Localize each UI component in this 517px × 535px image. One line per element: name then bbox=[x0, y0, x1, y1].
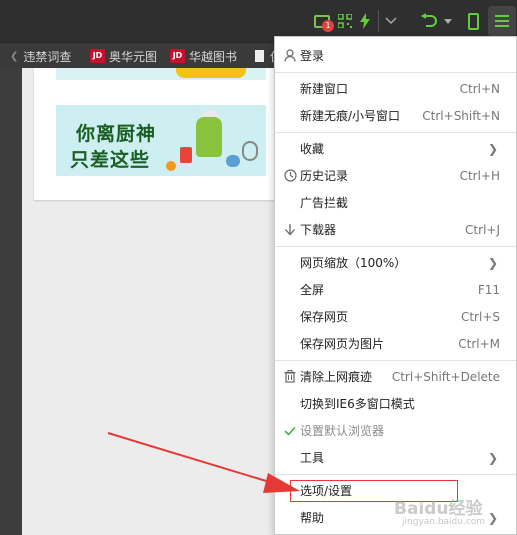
page-left-gutter bbox=[0, 68, 22, 535]
window-icon[interactable]: 1 bbox=[311, 10, 334, 32]
jd-logo-icon: JD bbox=[90, 49, 105, 63]
qr-code-icon[interactable] bbox=[337, 10, 353, 32]
product-banner[interactable]: 你离厨神 只差这些 bbox=[56, 105, 266, 176]
menu-item-login[interactable]: 登录 bbox=[275, 42, 516, 69]
banner-graphic bbox=[166, 161, 176, 171]
banner-graphic bbox=[180, 147, 192, 163]
chevron-right-icon: ❯ bbox=[487, 141, 498, 156]
bookmark-item[interactable]: ❮ 违禁词查 bbox=[10, 47, 71, 65]
menu-item-ie6-mode[interactable]: 切换到IE6多窗口模式 bbox=[275, 390, 516, 417]
bookmark-item[interactable]: JD 华越图书 bbox=[170, 47, 237, 65]
document-icon bbox=[255, 50, 264, 62]
chevron-right-icon: ❯ bbox=[487, 255, 498, 270]
menu-item-favorites[interactable]: 收藏 ❯ bbox=[275, 135, 516, 162]
menu-item-new-incognito-window[interactable]: 新建无痕/小号窗口 Ctrl+Shift+N bbox=[275, 102, 516, 129]
chevron-right-icon: ❯ bbox=[487, 510, 498, 525]
menu-item-save-page[interactable]: 保存网页 Ctrl+S bbox=[275, 303, 516, 330]
check-icon bbox=[283, 424, 297, 438]
juicer-graphic bbox=[196, 117, 222, 157]
shortcut-label: Ctrl+N bbox=[459, 81, 500, 96]
download-arrow-icon bbox=[283, 223, 297, 237]
menu-item-tools[interactable]: 工具 ❯ bbox=[275, 444, 516, 471]
watermark: Baidu经验 bbox=[394, 499, 483, 519]
shortcut-label: F11 bbox=[477, 282, 500, 297]
browser-main-menu: 登录 新建窗口 Ctrl+N 新建无痕/小号窗口 Ctrl+Shift+N 收藏… bbox=[274, 36, 517, 535]
shortcut-label: Ctrl+M bbox=[458, 336, 500, 351]
toolbar-divider bbox=[378, 10, 379, 32]
banner-graphic bbox=[176, 68, 246, 78]
banner-graphic bbox=[226, 155, 240, 167]
trash-icon bbox=[283, 370, 297, 384]
menu-separator bbox=[275, 132, 516, 133]
menu-item-zoom[interactable]: 网页缩放（100%） ❯ bbox=[275, 249, 516, 276]
phone-icon[interactable] bbox=[466, 10, 480, 32]
menu-item-history[interactable]: 历史记录 Ctrl+H bbox=[275, 162, 516, 189]
clock-icon bbox=[283, 169, 297, 183]
chevron-right-icon: ❯ bbox=[487, 450, 498, 465]
undo-icon[interactable] bbox=[419, 10, 439, 32]
bookmark-item[interactable]: JD 奥华元图 bbox=[90, 47, 157, 65]
shortcut-label: Ctrl+Shift+Delete bbox=[391, 369, 500, 384]
watermark-url: jingyan.baidu.com bbox=[402, 517, 486, 527]
menu-item-save-page-as-image[interactable]: 保存网页为图片 Ctrl+M bbox=[275, 330, 516, 357]
menu-item-fullscreen[interactable]: 全屏 F11 bbox=[275, 276, 516, 303]
shortcut-label: Ctrl+J bbox=[465, 222, 500, 237]
shortcut-label: Ctrl+Shift+N bbox=[422, 108, 500, 123]
menu-item-new-window[interactable]: 新建窗口 Ctrl+N bbox=[275, 75, 516, 102]
menu-separator bbox=[275, 360, 516, 361]
menu-icon[interactable] bbox=[488, 6, 516, 36]
chevron-down-icon[interactable] bbox=[383, 10, 399, 32]
menu-item-ad-block[interactable]: 广告拦截 bbox=[275, 189, 516, 216]
menu-separator bbox=[275, 474, 516, 475]
menu-separator bbox=[275, 246, 516, 247]
shortcut-label: Ctrl+H bbox=[459, 168, 500, 183]
menu-item-clear-history[interactable]: 清除上网痕迹 Ctrl+Shift+Delete bbox=[275, 363, 516, 390]
jd-logo-icon: JD bbox=[170, 49, 185, 63]
lightning-icon[interactable] bbox=[358, 10, 372, 32]
banner-graphic bbox=[242, 141, 258, 161]
menu-separator bbox=[275, 72, 516, 73]
product-banner-top[interactable] bbox=[56, 68, 266, 80]
window-count-badge: 1 bbox=[322, 19, 334, 32]
chevron-left-icon: ❮ bbox=[10, 50, 19, 62]
user-icon bbox=[283, 49, 297, 63]
banner-line2: 只差这些 bbox=[70, 149, 151, 171]
shortcut-label: Ctrl+S bbox=[460, 309, 500, 324]
menu-item-downloads[interactable]: 下载器 Ctrl+J bbox=[275, 216, 516, 243]
dropdown-arrow-icon[interactable] bbox=[443, 10, 453, 32]
banner-line1: 你离厨神 bbox=[76, 123, 157, 145]
menu-item-set-default-browser[interactable]: 设置默认浏览器 bbox=[275, 417, 516, 444]
